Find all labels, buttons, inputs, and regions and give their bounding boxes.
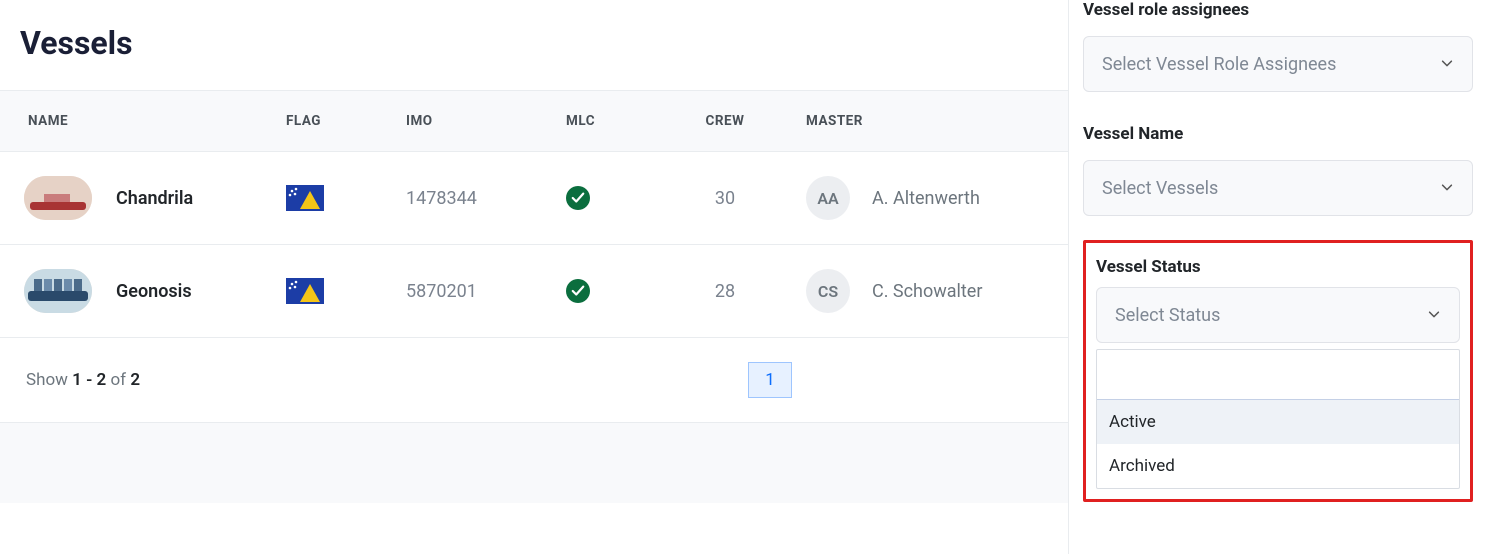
vessel-cell: Chandrila	[24, 176, 254, 220]
column-header-name[interactable]: NAME	[0, 91, 270, 152]
status-dropdown: Active Archived	[1096, 349, 1460, 489]
vessel-name: Geonosis	[116, 281, 192, 302]
dropdown-search	[1097, 350, 1459, 400]
page-numbers: 1	[748, 362, 792, 398]
flag-icon	[286, 278, 374, 304]
column-header-flag[interactable]: FLAG	[270, 91, 390, 152]
chevron-down-icon	[1427, 306, 1441, 325]
crew-value: 30	[715, 188, 735, 209]
table-row[interactable]: Geonosis	[0, 245, 1068, 338]
pagination-summary: Show 1 - 2 of 2	[26, 370, 140, 390]
table-row[interactable]: Chandrila	[0, 152, 1068, 245]
check-circle-icon	[566, 186, 590, 210]
filter-label-vessel-name: Vessel Name	[1083, 124, 1473, 144]
check-circle-icon	[566, 279, 590, 303]
vessels-table: NAME FLAG IMO MLC CREW MASTER	[0, 90, 1068, 338]
vessel-status-section: Vessel Status Select Status Active Archi…	[1083, 240, 1473, 502]
master-name: C. Schowalter	[872, 281, 982, 302]
chevron-down-icon	[1440, 55, 1454, 74]
vessel-thumbnail	[24, 269, 92, 313]
filter-label-role-assignees: Vessel role assignees	[1083, 0, 1473, 20]
flag-icon	[286, 185, 374, 211]
filter-label-vessel-status: Vessel Status	[1096, 257, 1460, 277]
select-role-assignees[interactable]: Select Vessel Role Assignees	[1083, 36, 1473, 92]
column-header-imo[interactable]: IMO	[390, 91, 550, 152]
vessel-cell: Geonosis	[24, 269, 254, 313]
chevron-down-icon	[1440, 179, 1454, 198]
imo-value: 5870201	[406, 281, 477, 302]
column-header-mlc[interactable]: MLC	[550, 91, 660, 152]
page-title: Vessels	[0, 0, 1068, 90]
dropdown-option-active[interactable]: Active	[1097, 400, 1459, 444]
select-placeholder: Select Vessel Role Assignees	[1102, 54, 1336, 75]
master-name: A. Altenwerth	[872, 188, 980, 209]
select-vessel-status[interactable]: Select Status	[1096, 287, 1460, 343]
master-cell: CS C. Schowalter	[806, 269, 1052, 313]
select-vessel-name[interactable]: Select Vessels	[1083, 160, 1473, 216]
main-content: Vessels NAME FLAG IMO MLC CREW MASTER	[0, 0, 1068, 554]
imo-value: 1478344	[406, 188, 477, 209]
footer-spacer	[0, 423, 1068, 503]
table-header-row: NAME FLAG IMO MLC CREW MASTER	[0, 91, 1068, 152]
dropdown-option-archived[interactable]: Archived	[1097, 444, 1459, 488]
master-cell: AA A. Altenwerth	[806, 176, 1052, 220]
column-header-crew[interactable]: CREW	[660, 91, 790, 152]
select-placeholder: Select Status	[1115, 305, 1220, 326]
crew-value: 28	[715, 281, 735, 302]
select-placeholder: Select Vessels	[1102, 178, 1218, 199]
avatar: AA	[806, 176, 850, 220]
filters-sidebar: Vessel role assignees Select Vessel Role…	[1068, 0, 1487, 554]
dropdown-search-input[interactable]	[1107, 350, 1449, 399]
vessel-name: Chandrila	[116, 188, 193, 209]
page-button[interactable]: 1	[748, 362, 792, 398]
vessel-thumbnail	[24, 176, 92, 220]
column-header-master[interactable]: MASTER	[790, 91, 1068, 152]
pagination: Show 1 - 2 of 2 1	[0, 338, 1068, 423]
avatar: CS	[806, 269, 850, 313]
